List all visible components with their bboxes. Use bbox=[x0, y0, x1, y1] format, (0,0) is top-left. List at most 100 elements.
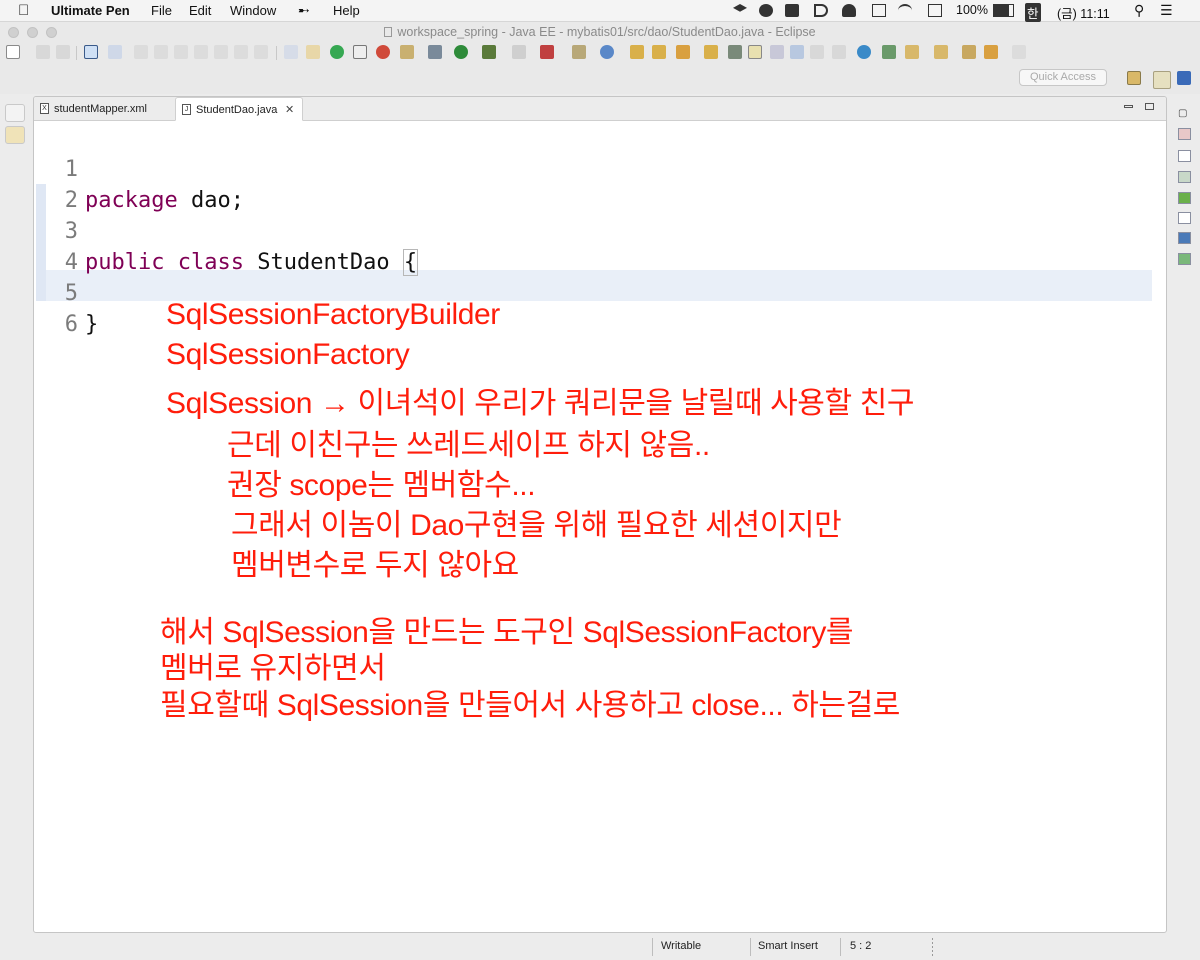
code-line: 6 bbox=[34, 278, 113, 337]
status-drag-handle[interactable] bbox=[932, 938, 933, 956]
writable-status: Writable bbox=[661, 940, 702, 952]
next-annotation-icon[interactable] bbox=[905, 45, 919, 59]
menu-file[interactable]: File bbox=[151, 3, 172, 18]
tab-label: studentMapper.xml bbox=[54, 103, 147, 115]
editor-area: X studentMapper.xml J StudentDao.java ✕ … bbox=[33, 96, 1167, 933]
code-line: 2 bbox=[34, 154, 113, 213]
annotation-line: SqlSessionFactoryBuilder bbox=[166, 298, 500, 331]
back-icon[interactable] bbox=[984, 45, 998, 59]
markers-icon[interactable] bbox=[1178, 171, 1191, 183]
outline-icon[interactable] bbox=[284, 45, 298, 59]
toggle-icon[interactable] bbox=[353, 45, 367, 59]
document-icon bbox=[384, 27, 393, 37]
script-menu-icon[interactable]: ➸ bbox=[298, 2, 310, 19]
window-icon[interactable] bbox=[872, 4, 886, 17]
block-selection-icon[interactable] bbox=[770, 45, 784, 59]
gradle-icon[interactable] bbox=[882, 45, 896, 59]
quick-access-input[interactable]: Quick Access bbox=[1019, 69, 1107, 86]
terminal-icon[interactable] bbox=[84, 45, 98, 59]
new-java-class-icon[interactable] bbox=[600, 45, 614, 59]
open-folder-icon[interactable] bbox=[704, 45, 718, 59]
terminate-icon[interactable] bbox=[174, 45, 188, 59]
new-server-icon[interactable] bbox=[572, 45, 586, 59]
search-icon[interactable] bbox=[676, 45, 690, 59]
external-tools-icon[interactable] bbox=[540, 45, 554, 59]
package-explorer-icon[interactable] bbox=[5, 126, 25, 144]
input-method-indicator[interactable]: 한 bbox=[1025, 3, 1041, 22]
perspective-bar: Quick Access bbox=[0, 64, 1200, 94]
tab-student-dao-java[interactable]: J StudentDao.java ✕ bbox=[175, 97, 303, 121]
battery-icon[interactable] bbox=[993, 4, 1014, 17]
open-type-icon[interactable] bbox=[630, 45, 644, 59]
pilcrow-icon[interactable] bbox=[810, 45, 824, 59]
code-line: 4 bbox=[34, 216, 113, 275]
apple-icon[interactable]:  bbox=[18, 2, 29, 19]
app-icon[interactable] bbox=[785, 4, 799, 17]
java-file-icon: J bbox=[182, 104, 191, 115]
forward-icon[interactable] bbox=[1012, 45, 1026, 59]
dropbox-icon[interactable] bbox=[733, 4, 747, 12]
minimize-icon[interactable] bbox=[1124, 105, 1133, 108]
launch-icon[interactable] bbox=[376, 45, 390, 59]
annotation-line: 그래서 이놈이 Dao구현을 위해 필요한 세션이지만 bbox=[231, 509, 842, 542]
cloud-icon[interactable] bbox=[842, 4, 856, 17]
progress-icon[interactable] bbox=[1178, 253, 1191, 265]
annotation-line: 멤버변수로 두지 않아요 bbox=[231, 549, 519, 582]
outline-view-icon[interactable] bbox=[1178, 128, 1191, 140]
code-line: 3 public class StudentDao { bbox=[34, 185, 419, 276]
menu-help[interactable]: Help bbox=[333, 3, 360, 18]
coverage-icon[interactable] bbox=[482, 45, 496, 59]
menu-app-name[interactable]: Ultimate Pen bbox=[51, 3, 130, 18]
highlight-icon[interactable] bbox=[748, 45, 762, 59]
previous-annotation-icon[interactable] bbox=[934, 45, 948, 59]
last-edit-icon[interactable] bbox=[962, 45, 976, 59]
web-services-icon[interactable] bbox=[400, 45, 414, 59]
servers-icon[interactable] bbox=[1178, 192, 1191, 204]
insert-mode-status: Smart Insert bbox=[758, 940, 818, 952]
annotation-icon[interactable] bbox=[728, 45, 742, 59]
open-perspective-icon[interactable] bbox=[1127, 71, 1141, 85]
code-editor[interactable]: 1 package dao; 2 3 public class StudentD… bbox=[34, 121, 1166, 932]
d-icon[interactable] bbox=[814, 4, 828, 17]
step-into-icon[interactable] bbox=[214, 45, 228, 59]
spring-boot-icon[interactable] bbox=[330, 45, 344, 59]
wifi-icon[interactable] bbox=[898, 4, 912, 17]
globe-icon[interactable] bbox=[857, 45, 871, 59]
run-icon[interactable] bbox=[454, 45, 468, 59]
java-ee-perspective-icon[interactable] bbox=[1153, 71, 1171, 89]
restore-icon[interactable] bbox=[5, 104, 25, 122]
debug-icon[interactable] bbox=[428, 45, 442, 59]
git-perspective-icon[interactable] bbox=[1177, 71, 1191, 85]
maximize-icon[interactable] bbox=[1145, 103, 1154, 110]
keyword: class bbox=[177, 250, 244, 275]
show-whitespace-icon[interactable] bbox=[790, 45, 804, 59]
tab-student-mapper-xml[interactable]: X studentMapper.xml bbox=[34, 97, 176, 121]
messenger-icon[interactable] bbox=[759, 4, 773, 17]
spotlight-search-icon[interactable]: ⚲ bbox=[1134, 2, 1144, 19]
restore-right-icon[interactable]: ▢ bbox=[1178, 108, 1191, 120]
airplay-icon[interactable] bbox=[928, 4, 942, 17]
server-icon[interactable] bbox=[306, 45, 320, 59]
step-return-icon[interactable] bbox=[254, 45, 268, 59]
save-all-icon[interactable] bbox=[56, 45, 70, 59]
data-source-icon[interactable] bbox=[1178, 212, 1191, 224]
run-last-icon[interactable] bbox=[512, 45, 526, 59]
annotation-line: 권장 scope는 멤버함수... bbox=[227, 469, 536, 502]
close-tab-icon[interactable]: ✕ bbox=[285, 98, 294, 122]
clock[interactable]: (금) 11:11 bbox=[1057, 3, 1110, 22]
bracket-match: { bbox=[402, 249, 419, 276]
menu-edit[interactable]: Edit bbox=[189, 3, 211, 18]
menu-window[interactable]: Window bbox=[230, 3, 276, 18]
new-icon[interactable] bbox=[6, 45, 20, 59]
skip-breakpoints-icon[interactable] bbox=[108, 45, 122, 59]
notification-center-icon[interactable]: ☰ bbox=[1160, 2, 1173, 19]
word-wrap-icon[interactable] bbox=[832, 45, 846, 59]
step-over-icon[interactable] bbox=[234, 45, 248, 59]
resume-icon[interactable] bbox=[134, 45, 148, 59]
disconnect-icon[interactable] bbox=[194, 45, 208, 59]
save-icon[interactable] bbox=[36, 45, 50, 59]
console-icon[interactable] bbox=[1178, 232, 1191, 244]
suspend-icon[interactable] bbox=[154, 45, 168, 59]
task-list-icon[interactable] bbox=[1178, 150, 1191, 162]
open-task-icon[interactable] bbox=[652, 45, 666, 59]
